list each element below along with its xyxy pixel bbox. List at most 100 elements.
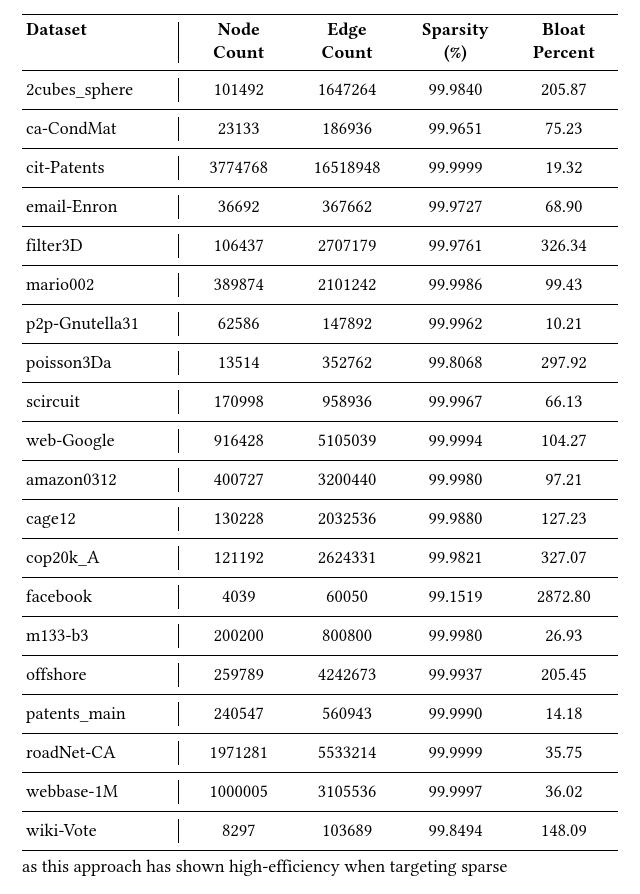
cell-dataset: patents_main <box>22 695 170 734</box>
table-row: offshore259789424267399.9937205.45 <box>22 656 618 695</box>
cell-edge-count: 103689 <box>293 812 401 851</box>
cell-edge-count: 4242673 <box>293 656 401 695</box>
cell-node-count: 259789 <box>185 656 293 695</box>
row-separator <box>170 773 184 812</box>
cell-node-count: 3774768 <box>185 149 293 188</box>
cell-edge-count: 186936 <box>293 110 401 149</box>
cell-node-count: 240547 <box>185 695 293 734</box>
row-separator <box>170 695 184 734</box>
cell-sparsity: 99.9962 <box>401 305 509 344</box>
cell-bloat: 26.93 <box>510 617 618 656</box>
cell-dataset: wiki-Vote <box>22 812 170 851</box>
cell-edge-count: 1647264 <box>293 71 401 110</box>
cell-sparsity: 99.9997 <box>401 773 509 812</box>
table-row: facebook40396005099.15192872.80 <box>22 578 618 617</box>
cell-bloat: 205.87 <box>510 71 618 110</box>
row-separator <box>170 578 184 617</box>
row-separator <box>170 71 184 110</box>
cell-bloat: 10.21 <box>510 305 618 344</box>
cell-bloat: 97.21 <box>510 461 618 500</box>
table-row: patents_main24054756094399.999014.18 <box>22 695 618 734</box>
cell-sparsity: 99.9651 <box>401 110 509 149</box>
table-row: m133-b320020080080099.998026.93 <box>22 617 618 656</box>
cell-edge-count: 2101242 <box>293 266 401 305</box>
cell-bloat: 75.23 <box>510 110 618 149</box>
cell-edge-count: 958936 <box>293 383 401 422</box>
table-row: poisson3Da1351435276299.8068297.92 <box>22 344 618 383</box>
cell-node-count: 36692 <box>185 188 293 227</box>
cell-edge-count: 60050 <box>293 578 401 617</box>
table-row: web-Google916428510503999.9994104.27 <box>22 422 618 461</box>
cell-bloat: 127.23 <box>510 500 618 539</box>
cell-sparsity: 99.1519 <box>401 578 509 617</box>
cell-dataset: web-Google <box>22 422 170 461</box>
cell-sparsity: 99.9840 <box>401 71 509 110</box>
cell-node-count: 106437 <box>185 227 293 266</box>
cell-bloat: 19.32 <box>510 149 618 188</box>
col-header-node-count-l2: Count <box>213 43 264 63</box>
table-row: scircuit17099895893699.996766.13 <box>22 383 618 422</box>
row-separator <box>170 617 184 656</box>
table-row: roadNet-CA1971281553321499.999935.75 <box>22 734 618 773</box>
row-separator <box>170 422 184 461</box>
table-row: amazon0312400727320044099.998097.21 <box>22 461 618 500</box>
col-header-edge-count: Edge Count <box>293 15 401 71</box>
cell-sparsity: 99.9937 <box>401 656 509 695</box>
cell-sparsity: 99.9967 <box>401 383 509 422</box>
cell-node-count: 4039 <box>185 578 293 617</box>
cell-node-count: 400727 <box>185 461 293 500</box>
cell-bloat: 68.90 <box>510 188 618 227</box>
table-row: mario002389874210124299.998699.43 <box>22 266 618 305</box>
cell-dataset: cit-Patents <box>22 149 170 188</box>
cell-edge-count: 5105039 <box>293 422 401 461</box>
row-separator <box>170 188 184 227</box>
cell-node-count: 389874 <box>185 266 293 305</box>
row-separator <box>170 149 184 188</box>
cell-sparsity: 99.8494 <box>401 812 509 851</box>
cell-sparsity: 99.9980 <box>401 461 509 500</box>
cell-dataset: email-Enron <box>22 188 170 227</box>
cell-node-count: 1000005 <box>185 773 293 812</box>
col-separator-head <box>170 15 184 71</box>
cell-node-count: 62586 <box>185 305 293 344</box>
cell-dataset: roadNet-CA <box>22 734 170 773</box>
cell-dataset: ca-CondMat <box>22 110 170 149</box>
cell-edge-count: 147892 <box>293 305 401 344</box>
trailing-text: as this approach has shown high-efficien… <box>22 851 618 879</box>
row-separator <box>170 812 184 851</box>
row-separator <box>170 305 184 344</box>
cell-dataset: scircuit <box>22 383 170 422</box>
col-header-edge-count-l2: Count <box>322 43 373 63</box>
col-header-sparsity: Sparsity (%) <box>401 15 509 71</box>
col-header-bloat-l1: Bloat <box>542 20 585 40</box>
cell-edge-count: 2707179 <box>293 227 401 266</box>
table-row: cit-Patents37747681651894899.999919.32 <box>22 149 618 188</box>
cell-sparsity: 99.9761 <box>401 227 509 266</box>
cell-bloat: 104.27 <box>510 422 618 461</box>
cell-edge-count: 3105536 <box>293 773 401 812</box>
cell-edge-count: 800800 <box>293 617 401 656</box>
row-separator <box>170 344 184 383</box>
cell-sparsity: 99.9980 <box>401 617 509 656</box>
cell-node-count: 23133 <box>185 110 293 149</box>
cell-sparsity: 99.9821 <box>401 539 509 578</box>
cell-dataset: mario002 <box>22 266 170 305</box>
cell-edge-count: 2624331 <box>293 539 401 578</box>
cell-dataset: 2cubes_sphere <box>22 71 170 110</box>
cell-node-count: 130228 <box>185 500 293 539</box>
cell-sparsity: 99.9986 <box>401 266 509 305</box>
cell-bloat: 148.09 <box>510 812 618 851</box>
cell-bloat: 205.45 <box>510 656 618 695</box>
cell-dataset: cop20k_A <box>22 539 170 578</box>
cell-node-count: 8297 <box>185 812 293 851</box>
cell-node-count: 101492 <box>185 71 293 110</box>
cell-bloat: 326.34 <box>510 227 618 266</box>
cell-sparsity: 99.8068 <box>401 344 509 383</box>
cell-bloat: 327.07 <box>510 539 618 578</box>
cell-bloat: 2872.80 <box>510 578 618 617</box>
table-header-row: Dataset Node Count Edge Count Sparsity (… <box>22 15 618 71</box>
cell-node-count: 916428 <box>185 422 293 461</box>
row-separator <box>170 110 184 149</box>
cell-dataset: filter3D <box>22 227 170 266</box>
table-row: cage12130228203253699.9880127.23 <box>22 500 618 539</box>
